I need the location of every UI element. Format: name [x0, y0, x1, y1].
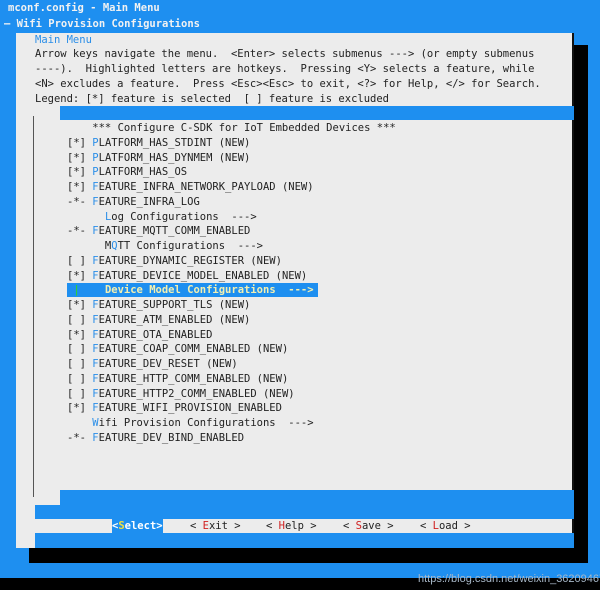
menu-item-prefix: -*-	[67, 225, 93, 238]
menu-item-prefix: [*]	[67, 402, 93, 415]
menu-item-label: EATURE_ATM_ENABLED (NEW)	[98, 313, 251, 326]
menu-item-prefix: M	[67, 240, 112, 253]
button-rest: elp	[284, 520, 304, 532]
button-open: <	[190, 520, 203, 532]
menu-item-prefix: [ ]	[67, 254, 93, 267]
button-close: >	[156, 520, 163, 532]
menu-item-prefix	[67, 211, 105, 223]
menu-item[interactable]: [*] PLATFORM_HAS_OS	[67, 165, 187, 179]
menu-item-prefix: [ ]	[67, 313, 93, 326]
menu-item-prefix	[67, 417, 92, 429]
menu-item-prefix: [*]	[67, 269, 93, 282]
menu-item[interactable]: *** Configure C-SDK for IoT Embedded Dev…	[67, 121, 396, 135]
menu-item-selected[interactable]: | Device Model Configurations --->	[67, 283, 318, 298]
menu-item-prefix: |	[67, 284, 105, 296]
menu-item[interactable]: -*- FEATURE_INFRA_LOG	[67, 195, 200, 209]
menu-item-label: EATURE_INFRA_NETWORK_PAYLOAD (NEW)	[98, 181, 314, 194]
menu-item-label: EATURE_HTTP2_COMM_ENABLED (NEW)	[98, 387, 295, 400]
menu-item[interactable]: MQTT Configurations --->	[67, 239, 263, 253]
button-rest: xit	[208, 520, 228, 532]
menu-item[interactable]: [*] PLATFORM_HAS_STDINT (NEW)	[67, 136, 250, 150]
menu-item-label: EATURE_COAP_COMM_ENABLED (NEW)	[98, 343, 289, 356]
button-rest: ave	[361, 520, 381, 532]
menu-item[interactable]: [*] FEATURE_INFRA_NETWORK_PAYLOAD (NEW)	[67, 180, 314, 194]
exit-button[interactable]: < Exit >	[190, 519, 241, 533]
menu-item-prefix: -*-	[67, 195, 93, 208]
menu-item-label: Device Model Configurations --->	[104, 284, 314, 297]
menu-item[interactable]: [*] FEATURE_WIFI_PROVISION_ENABLED	[67, 401, 282, 415]
button-close: >	[227, 520, 241, 532]
menu-item[interactable]: -*- FEATURE_MQTT_COMM_ENABLED	[67, 224, 250, 238]
help-line: ----). Highlighted letters are hotkeys. …	[35, 63, 535, 75]
menu-item-label: TT Configurations --->	[117, 240, 263, 253]
menu-item-label: EATURE_OTA_ENABLED	[98, 328, 213, 341]
menu-item-label: EATURE_INFRA_LOG	[98, 195, 200, 208]
select-button[interactable]: <Select>	[112, 519, 163, 533]
menu-item-label: EATURE_SUPPORT_TLS (NEW)	[98, 299, 251, 312]
button-close: >	[303, 520, 317, 532]
menu-item-label: EATURE_DEV_RESET (NEW)	[98, 358, 238, 371]
button-open: <	[266, 520, 279, 532]
menu-item-label: EATURE_DEV_BIND_ENABLED	[98, 431, 245, 444]
menu-item-label: LATFORM_HAS_STDINT (NEW)	[98, 136, 251, 149]
menu-box-border	[33, 116, 34, 497]
button-close: >	[457, 520, 471, 532]
menu-bottom-bar	[60, 490, 574, 505]
button-open: <	[420, 520, 433, 532]
menu-item-label: EATURE_DEVICE_MODEL_ENABLED (NEW)	[98, 269, 308, 282]
menu-item[interactable]: [ ] FEATURE_DEV_RESET (NEW)	[67, 357, 238, 371]
menu-item-label: EATURE_WIFI_PROVISION_ENABLED	[98, 402, 282, 415]
menu-item-prefix: [*]	[67, 136, 93, 149]
help-line: <N> excludes a feature. Press <Esc><Esc>…	[35, 78, 541, 90]
menu-item-prefix: *** Configure C-SDK for IoT Embedded Dev…	[67, 122, 396, 134]
menu-item-label: LATFORM_HAS_DYNMEM (NEW)	[98, 151, 251, 164]
menu-item[interactable]: [ ] FEATURE_HTTP2_COMM_ENABLED (NEW)	[67, 387, 295, 401]
menu-item[interactable]: [*] FEATURE_SUPPORT_TLS (NEW)	[67, 298, 250, 312]
cursor-bar: |	[73, 284, 80, 297]
menu-item-prefix: [*]	[67, 328, 93, 341]
load-button[interactable]: < Load >	[420, 519, 471, 533]
menu-item-prefix: [*]	[67, 181, 93, 194]
menu-item-prefix: [ ]	[67, 387, 93, 400]
save-button[interactable]: < Save >	[343, 519, 394, 533]
menu-item[interactable]: [ ] FEATURE_COAP_COMM_ENABLED (NEW)	[67, 342, 288, 356]
dialog-title: Main Menu	[35, 34, 92, 46]
menu-item-prefix: -*-	[67, 431, 93, 444]
menu-item-prefix: [ ]	[67, 343, 93, 356]
button-close: >	[380, 520, 394, 532]
menu-item-label: LATFORM_HAS_OS	[98, 166, 188, 179]
button-rest: oad	[438, 520, 458, 532]
button-bar-top	[35, 505, 574, 519]
menu-item-label: EATURE_DYNAMIC_REGISTER (NEW)	[98, 254, 282, 267]
menu-item-label: EATURE_MQTT_COMM_ENABLED	[98, 225, 251, 238]
menu-item[interactable]: [*] FEATURE_OTA_ENABLED	[67, 328, 212, 342]
menu-item-label: EATURE_HTTP_COMM_ENABLED (NEW)	[98, 372, 289, 385]
button-rest: elect	[124, 520, 157, 532]
menu-item[interactable]: [ ] FEATURE_ATM_ENABLED (NEW)	[67, 313, 250, 327]
menu-item[interactable]: [*] PLATFORM_HAS_DYNMEM (NEW)	[67, 151, 250, 165]
menu-item[interactable]: -*- FEATURE_DEV_BIND_ENABLED	[67, 431, 244, 445]
menu-item-prefix: [*]	[67, 151, 93, 164]
menu-item[interactable]: [ ] FEATURE_DYNAMIC_REGISTER (NEW)	[67, 254, 282, 268]
breadcrumb: — Wifi Provision Configurations	[4, 18, 200, 30]
menu-item[interactable]: [ ] FEATURE_HTTP_COMM_ENABLED (NEW)	[67, 372, 288, 386]
button-open: <	[343, 520, 356, 532]
menu-item-label: ifi Provision Configurations --->	[98, 417, 314, 430]
menu-item[interactable]: Wifi Provision Configurations --->	[67, 416, 314, 430]
help-line: Arrow keys navigate the menu. <Enter> se…	[35, 48, 535, 60]
help-line: Legend: [*] feature is selected [ ] feat…	[35, 93, 390, 105]
menu-item-prefix: [ ]	[67, 358, 93, 371]
button-bar-bottom	[35, 533, 574, 548]
menu-item-prefix: [ ]	[67, 372, 93, 385]
menu-item-prefix: [*]	[67, 299, 93, 312]
window-title: mconf.config - Main Menu	[8, 2, 160, 14]
menu-item-prefix: [*]	[67, 166, 93, 179]
menu-top-bar	[60, 106, 574, 120]
watermark: https://blog.csdn.net/weixin_36209467	[418, 573, 600, 585]
menu-item[interactable]: Log Configurations --->	[67, 210, 257, 224]
menu-item[interactable]: [*] FEATURE_DEVICE_MODEL_ENABLED (NEW)	[67, 269, 307, 283]
help-button[interactable]: < Help >	[266, 519, 317, 533]
menu-item-label: og Configurations --->	[111, 210, 257, 223]
